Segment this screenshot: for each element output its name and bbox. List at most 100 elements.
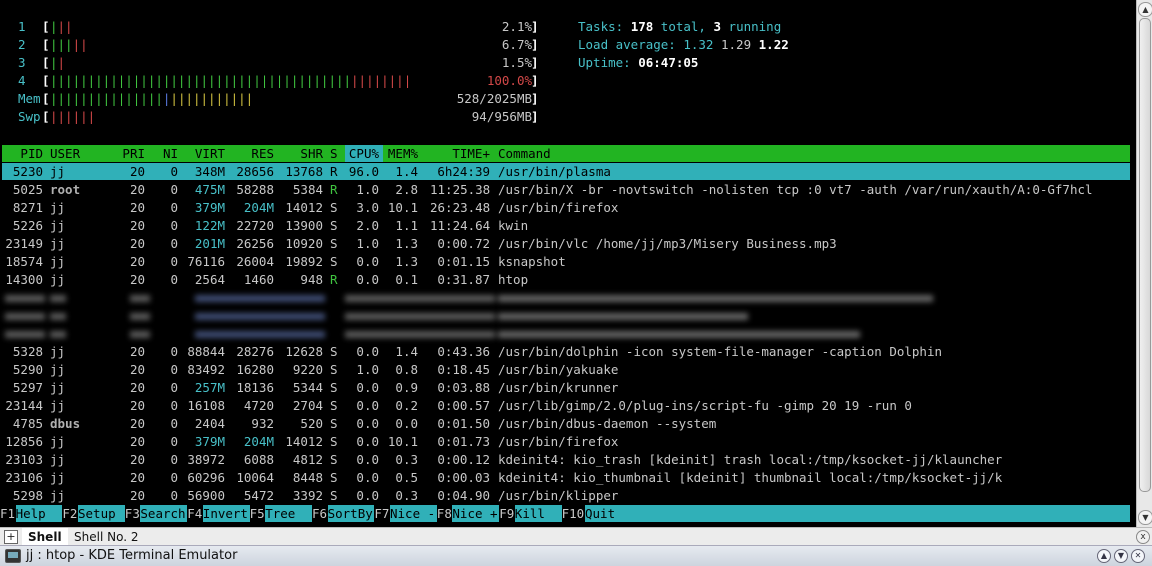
load-average: Load average: 1.32 1.29 1.22 xyxy=(578,37,789,52)
cell-shr: 12628 xyxy=(285,344,323,359)
column-header-cmd[interactable]: Command xyxy=(498,145,551,162)
meter-bracket-open: [ xyxy=(42,55,50,70)
meter-bracket-close: ] xyxy=(531,19,539,34)
process-row[interactable]: 23106 jj 20 0 60296 10064 8448 S 0.0 0.5 0:00.03 kd… xyxy=(0,469,1136,487)
fkey-action-f8[interactable]: Nice + xyxy=(452,505,500,522)
fkey-action-f3[interactable]: Search xyxy=(140,505,188,522)
meter-value: 2.1% xyxy=(501,19,532,34)
process-row[interactable]: 18574 jj 20 0 76116 26004 19892 S 0.0 1.3 0:01.15 k… xyxy=(0,253,1136,271)
cell-user: jj xyxy=(50,344,66,359)
process-row[interactable]: 5298 jj 20 0 56900 5472 3392 S 0.0 0.3 0:04.90/usr… xyxy=(0,487,1136,505)
fkey-action-f1[interactable]: Help xyxy=(15,505,63,522)
meter-bracket-close: ] xyxy=(531,109,539,124)
process-row[interactable]: 4785 dbus 20 0 2404 932 520 S 0.0 0.0 0:01.50/usr/… xyxy=(0,415,1136,433)
window-titlebar[interactable]: jj : htop - KDE Terminal Emulator ▲ ▼ ✕ xyxy=(0,545,1152,566)
fkey-f5: F5 xyxy=(249,506,265,521)
cell-user: jj xyxy=(50,434,66,449)
meter-bracket-open: [ xyxy=(42,37,50,52)
process-row[interactable]: 5025 root 20 0 475M 58288 5384 R 1.0 2.8 11:25.38/… xyxy=(0,181,1136,199)
terminal-app-icon[interactable] xyxy=(5,549,21,563)
cell-mem: 0.3 xyxy=(395,452,418,467)
window-title: jj : htop - KDE Terminal Emulator xyxy=(26,548,238,563)
process-table-header[interactable]: PID USER PRI NI VIRT RES SHR S CPU% MEM% TIME+ Comm… xyxy=(2,145,1130,162)
process-row[interactable]: 5230 jj 20 0 348M 28656 13768 R 96.0 1.4 6h24:39/u… xyxy=(0,163,1136,181)
scrollbar-thumb[interactable] xyxy=(1139,18,1151,492)
column-header-mem[interactable]: MEM% xyxy=(358,145,418,162)
fkey-action-f10[interactable]: Quit xyxy=(585,505,1130,522)
cell-pid: 5226 xyxy=(12,218,43,233)
meter-bar: |||||| xyxy=(50,109,96,124)
close-window-icon[interactable]: ✕ xyxy=(1131,549,1145,563)
fkey-f4: F4 xyxy=(187,506,203,521)
fkey-f6: F6 xyxy=(312,506,328,521)
process-row[interactable]: 5290 jj 20 0 83492 16280 9220 S 1.0 0.8 0:18.45/us… xyxy=(0,361,1136,379)
cell-user: jj xyxy=(50,452,66,467)
cell-pid: 14300 xyxy=(5,272,43,287)
memory-meter: Mem[||||||||||||||||||||||||||| 528/2025M… xyxy=(0,90,545,108)
meter-bar: ||| xyxy=(50,19,73,34)
column-header-shr[interactable]: SHR xyxy=(263,145,323,162)
meter-value: 6.7% xyxy=(501,37,532,52)
process-row[interactable]: 8271 jj 20 0 379M 204M 14012 S 3.0 10.1 26:23.48/u… xyxy=(0,199,1136,217)
fkey-action-f7[interactable]: Nice - xyxy=(390,505,437,522)
tab-shell-no-2[interactable]: Shell No. 2 xyxy=(74,528,138,546)
blurred-row xyxy=(0,325,865,343)
cell-time: 0:00.57 xyxy=(437,398,490,413)
column-header-pid[interactable]: PID xyxy=(0,145,43,162)
cell-user: jj xyxy=(50,218,66,233)
cell-mem: 1.4 xyxy=(395,344,418,359)
cell-cmd: /usr/bin/vlc /home/jj/mp3/Misery Busines… xyxy=(498,236,837,251)
process-row[interactable]: 23103 jj 20 0 38972 6088 4812 S 0.0 0.3 0:00.12 kde… xyxy=(0,451,1136,469)
terminal-area[interactable]: 1[||| 2.1%] 2[||||| 6.7%] 3[|| 1.5%] 4[|||||||… xyxy=(0,0,1136,527)
meter-label: Swp xyxy=(18,109,41,124)
process-row[interactable]: 23144 jj 20 0 16108 4720 2704 S 0.0 0.2 0:00.57/us… xyxy=(0,397,1136,415)
close-tab-icon[interactable]: x xyxy=(1136,530,1150,544)
cell-time: 0:43.36 xyxy=(437,344,490,359)
column-header-user[interactable]: USER xyxy=(50,145,80,162)
cell-time: 11:24.64 xyxy=(430,218,491,233)
cell-cmd: kwin xyxy=(498,218,529,233)
cell-mem: 10.1 xyxy=(387,200,418,215)
terminal-scrollbar[interactable]: ▲ ▼ xyxy=(1136,0,1152,527)
cell-pid: 23144 xyxy=(5,398,43,413)
maximize-icon[interactable]: ▼ xyxy=(1114,549,1128,563)
cell-time: 0:01.73 xyxy=(437,434,490,449)
cell-user: jj xyxy=(50,398,66,413)
cell-shr: 9220 xyxy=(292,362,323,377)
fkey-action-f2[interactable]: Setup xyxy=(78,505,125,522)
tasks-summary: Tasks: 178 total, 3 running xyxy=(578,19,782,34)
tab-shell[interactable]: Shell xyxy=(22,528,68,546)
fkey-action-f5[interactable]: Tree xyxy=(265,505,312,522)
cell-pid: 5297 xyxy=(12,380,43,395)
cell-time: 0:18.45 xyxy=(437,362,490,377)
fkey-f3: F3 xyxy=(124,506,140,521)
column-header-time[interactable]: TIME+ xyxy=(430,145,490,162)
process-row[interactable]: 5328 jj 20 0 88844 28276 12628 S 0.0 1.4 0:43.36/u… xyxy=(0,343,1136,361)
scroll-down-icon[interactable]: ▼ xyxy=(1138,510,1152,525)
blurred-row xyxy=(0,307,750,325)
cell-user: jj xyxy=(50,254,66,269)
new-tab-icon[interactable]: + xyxy=(4,530,18,544)
meter-value: 1.5% xyxy=(501,55,532,70)
fkey-action-f6[interactable]: SortBy xyxy=(327,505,375,522)
meter-label: 1 xyxy=(18,19,26,34)
cell-cmd: /usr/bin/klipper xyxy=(498,488,619,503)
cell-cmd: ksnapshot xyxy=(498,254,566,269)
cell-time: 11:25.38 xyxy=(430,182,491,197)
cell-shr: 948 xyxy=(300,272,323,287)
meter-bracket-close: ] xyxy=(531,37,539,52)
meter-bracket-open: [ xyxy=(42,19,50,34)
cell-cmd: /usr/bin/dbus-daemon --system xyxy=(498,416,717,431)
cell-shr: 14012 xyxy=(285,434,323,449)
process-row[interactable]: 23149 jj 20 0 201M 26256 10920 S 1.0 1.3 0:00.72/u… xyxy=(0,235,1136,253)
scroll-up-icon[interactable]: ▲ xyxy=(1138,2,1152,17)
process-row[interactable]: 12856 jj 20 0 379M 204M 14012 S 0.0 10.1 0:01.73/u… xyxy=(0,433,1136,451)
process-row[interactable]: 5226 jj 20 0 122M 22720 13900 S 2.0 1.1 11:24.64 kw… xyxy=(0,217,1136,235)
minimize-icon[interactable]: ▲ xyxy=(1097,549,1111,563)
fkey-action-f4[interactable]: Invert xyxy=(202,505,250,522)
process-row[interactable]: 5297 jj 20 0 257M 18136 5344 S 0.0 0.9 0:03.88/usr… xyxy=(0,379,1136,397)
fkey-f2: F2 xyxy=(62,506,78,521)
process-row[interactable]: 14300 jj 20 0 2564 1460 948 R 0.0 0.1 0:31.87 htop xyxy=(0,271,1136,289)
fkey-action-f9[interactable]: Kill xyxy=(514,505,562,522)
cell-shr: 14012 xyxy=(285,200,323,215)
